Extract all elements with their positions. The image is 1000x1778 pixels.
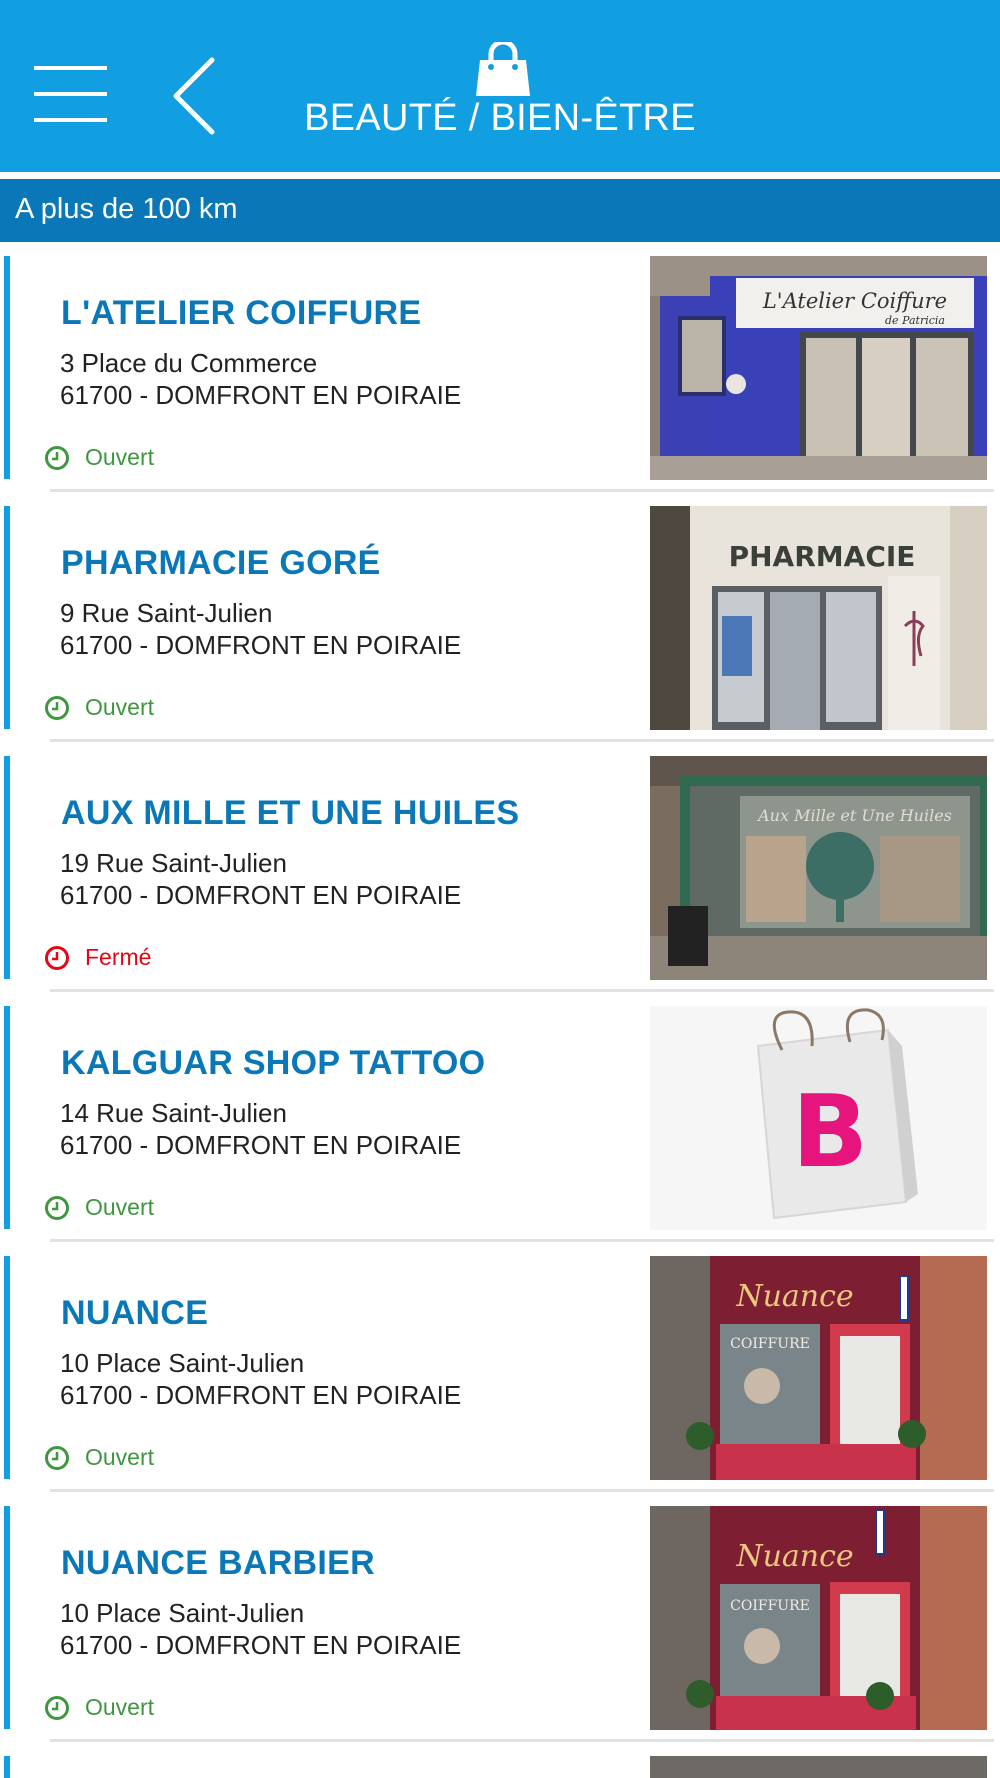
shop-photo bbox=[650, 1756, 987, 1778]
clock-icon bbox=[45, 946, 69, 970]
clock-icon bbox=[45, 696, 69, 720]
clock-icon bbox=[45, 446, 69, 470]
placeholder-bag-image: B bbox=[650, 1006, 987, 1230]
shop-address: 19 Rue Saint-Julien bbox=[60, 848, 287, 878]
shop-city: 61700 - DOMFRONT EN POIRAIE bbox=[60, 380, 462, 410]
open-status: Ouvert bbox=[85, 694, 155, 720]
shop-address: 9 Rue Saint-Julien bbox=[60, 598, 273, 628]
sign-text: PHARMACIE bbox=[729, 540, 916, 573]
clock-icon bbox=[45, 1196, 69, 1220]
shop-photo: Nuance COIFFURE bbox=[650, 1256, 987, 1480]
shopping-bag-icon bbox=[476, 42, 530, 96]
item-accent-bar bbox=[4, 506, 10, 729]
shop-list-item[interactable]: NUANCE 10 Place Saint-Julien 61700 - DOM… bbox=[0, 1256, 1000, 1506]
shop-city: 61700 - DOMFRONT EN POIRAIE bbox=[60, 1380, 462, 1410]
item-accent-bar bbox=[4, 1756, 10, 1778]
item-accent-bar bbox=[4, 756, 10, 979]
distance-label: A plus de 100 km bbox=[15, 193, 238, 225]
open-status: Ouvert bbox=[85, 1694, 155, 1720]
shop-city: 61700 - DOMFRONT EN POIRAIE bbox=[60, 630, 462, 660]
shop-address: 3 Place du Commerce bbox=[60, 348, 318, 378]
sign-text: de Patricia bbox=[885, 314, 945, 327]
shop-address: 14 Rue Saint-Julien bbox=[60, 1098, 287, 1128]
shop-list-item[interactable]: AUX MILLE ET UNE HUILES 19 Rue Saint-Jul… bbox=[0, 756, 1000, 1006]
open-status: Ouvert bbox=[85, 1194, 155, 1220]
shop-name: NUANCE BARBIER bbox=[61, 1544, 375, 1582]
shop-address: 10 Place Saint-Julien bbox=[60, 1348, 305, 1378]
closed-status: Fermé bbox=[85, 944, 152, 970]
shop-city: 61700 - DOMFRONT EN POIRAIE bbox=[60, 880, 462, 910]
item-accent-bar bbox=[4, 1506, 10, 1729]
shop-city: 61700 - DOMFRONT EN POIRAIE bbox=[60, 1130, 462, 1160]
shop-list-item[interactable]: L'ATELIER COIFFURE 3 Place du Commerce 6… bbox=[0, 256, 1000, 506]
list-divider bbox=[50, 989, 994, 992]
sign-text: Nuance bbox=[735, 1279, 853, 1314]
item-accent-bar bbox=[4, 1006, 10, 1229]
sign-text: Nuance bbox=[735, 1539, 853, 1574]
shop-photo: Nuance COIFFURE bbox=[650, 1506, 987, 1730]
list-divider bbox=[50, 489, 994, 492]
header-divider bbox=[0, 172, 1000, 179]
shop-list-item[interactable] bbox=[0, 1756, 1000, 1778]
shop-list-item[interactable]: NUANCE BARBIER 10 Place Saint-Julien 617… bbox=[0, 1506, 1000, 1756]
placeholder-letter: B bbox=[792, 1073, 868, 1190]
open-status: Ouvert bbox=[85, 444, 155, 470]
shop-name: L'ATELIER COIFFURE bbox=[61, 294, 422, 332]
clock-icon bbox=[45, 1446, 69, 1470]
shop-list-item[interactable]: KALGUAR SHOP TATTOO 14 Rue Saint-Julien … bbox=[0, 1006, 1000, 1256]
sign-text: COIFFURE bbox=[730, 1336, 810, 1352]
sign-text: Aux Mille et Une Huiles bbox=[756, 806, 952, 825]
app-header: BEAUTÉ / BIEN-ÊTRE bbox=[0, 0, 1000, 172]
shop-name: PHARMACIE GORÉ bbox=[61, 544, 381, 582]
sign-text: COIFFURE bbox=[730, 1598, 810, 1614]
shop-photo: L'Atelier Coiffure de Patricia bbox=[650, 256, 987, 480]
shop-address: 10 Place Saint-Julien bbox=[60, 1598, 305, 1628]
list-divider bbox=[50, 1739, 994, 1742]
item-accent-bar bbox=[4, 256, 10, 479]
page-title: BEAUTÉ / BIEN-ÊTRE bbox=[304, 97, 696, 139]
shop-list-item[interactable]: PHARMACIE GORÉ 9 Rue Saint-Julien 61700 … bbox=[0, 506, 1000, 756]
list-divider bbox=[50, 1489, 994, 1492]
shop-name: NUANCE bbox=[61, 1294, 209, 1332]
sign-text: L'Atelier Coiffure bbox=[762, 289, 947, 313]
shop-photo: PHARMACIE bbox=[650, 506, 987, 730]
item-accent-bar bbox=[4, 1256, 10, 1479]
list-divider bbox=[50, 739, 994, 742]
open-status: Ouvert bbox=[85, 1444, 155, 1470]
list-divider bbox=[50, 1239, 994, 1242]
clock-icon bbox=[45, 1696, 69, 1720]
shop-name: AUX MILLE ET UNE HUILES bbox=[61, 794, 520, 832]
shop-city: 61700 - DOMFRONT EN POIRAIE bbox=[60, 1630, 462, 1660]
distance-section-header: A plus de 100 km bbox=[0, 179, 1000, 242]
shop-photo: Aux Mille et Une Huiles bbox=[650, 756, 987, 980]
shop-name: KALGUAR SHOP TATTOO bbox=[61, 1044, 486, 1082]
